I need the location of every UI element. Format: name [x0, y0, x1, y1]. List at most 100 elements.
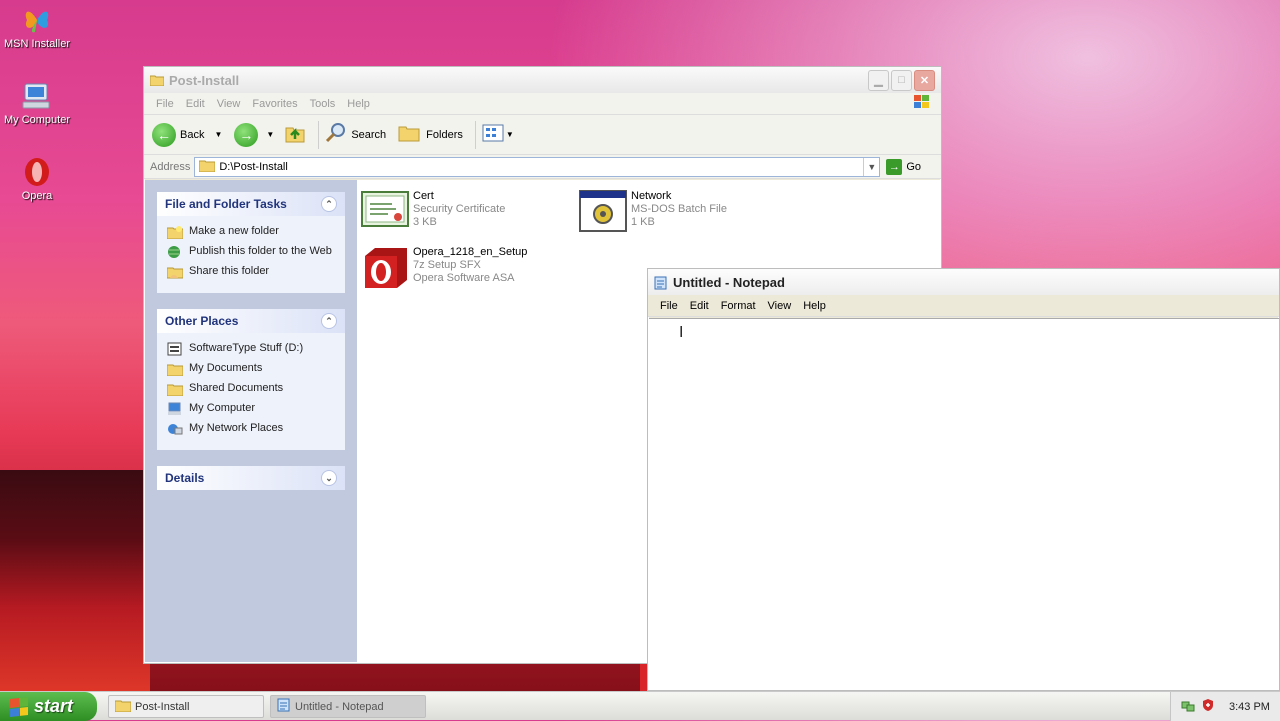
- notepad-menubar: File Edit Format View Help: [648, 295, 1279, 317]
- maximize-button[interactable]: □: [891, 69, 912, 91]
- go-button[interactable]: → Go: [886, 158, 921, 175]
- menu-help[interactable]: Help: [797, 300, 832, 312]
- desktop-icon-msn-installer[interactable]: MSN Installer: [0, 4, 74, 50]
- chevron-down-icon[interactable]: ▼: [266, 130, 274, 139]
- file-type: Security Certificate: [413, 203, 506, 215]
- address-bar: Address D:\Post-Install ▼ → Go: [144, 155, 941, 179]
- task-pane: File and Folder Tasks ⌃ Make a new folde…: [145, 180, 357, 662]
- panel-header[interactable]: Other Places ⌃: [157, 309, 345, 333]
- security-shield-icon[interactable]: [1201, 698, 1215, 715]
- up-folder-button[interactable]: [284, 122, 306, 147]
- notepad-titlebar[interactable]: Untitled - Notepad: [648, 269, 1279, 295]
- start-button[interactable]: start: [0, 692, 97, 721]
- menu-file[interactable]: File: [150, 98, 180, 110]
- panel-title: Details: [165, 471, 205, 485]
- file-type: MS-DOS Batch File: [631, 203, 727, 215]
- go-arrow-icon: →: [886, 158, 903, 175]
- up-folder-icon: [284, 122, 306, 147]
- address-label: Address: [150, 160, 191, 173]
- other-places-panel: Other Places ⌃ SoftwareType Stuff (D:) M…: [157, 309, 345, 450]
- views-button[interactable]: ▼: [482, 123, 514, 146]
- menu-edit[interactable]: Edit: [684, 300, 715, 312]
- menu-help[interactable]: Help: [341, 98, 376, 110]
- task-share-folder[interactable]: Share this folder: [166, 265, 335, 279]
- windows-logo-icon: [911, 93, 933, 114]
- forward-button[interactable]: → ▼: [234, 122, 274, 147]
- menu-tools[interactable]: Tools: [304, 98, 342, 110]
- taskbar-button-label: Untitled - Notepad: [295, 700, 384, 713]
- windows-logo-icon: [10, 696, 28, 717]
- menu-edit[interactable]: Edit: [180, 98, 211, 110]
- taskbar-button-notepad[interactable]: Untitled - Notepad: [270, 695, 426, 718]
- folders-icon: [398, 123, 422, 146]
- collapse-icon[interactable]: ⌃: [321, 313, 337, 329]
- menu-view[interactable]: View: [211, 98, 247, 110]
- file-item-opera-setup[interactable]: Opera_1218_en_Setup 7z Setup SFX Opera S…: [361, 246, 527, 288]
- task-make-new-folder[interactable]: Make a new folder: [166, 225, 335, 240]
- taskbar-button-post-install[interactable]: Post-Install: [108, 695, 264, 718]
- computer-icon: [21, 80, 53, 112]
- place-my-documents[interactable]: My Documents: [166, 362, 335, 377]
- menu-format[interactable]: Format: [715, 300, 762, 312]
- menu-view[interactable]: View: [762, 300, 798, 312]
- network-tray-icon[interactable]: [1181, 698, 1195, 715]
- back-label: Back: [180, 128, 205, 141]
- place-shared-documents[interactable]: Shared Documents: [166, 382, 335, 397]
- folder-icon: [114, 699, 132, 715]
- panel-header[interactable]: File and Folder Tasks ⌃: [157, 192, 345, 216]
- expand-icon[interactable]: ⌄: [321, 470, 337, 486]
- views-icon: [482, 123, 506, 146]
- menu-file[interactable]: File: [654, 300, 684, 312]
- menu-favorites[interactable]: Favorites: [246, 98, 303, 110]
- task-publish-to-web[interactable]: Publish this folder to the Web: [167, 245, 335, 259]
- panel-header[interactable]: Details ⌄: [157, 466, 345, 490]
- opera-setup-icon: [361, 246, 409, 288]
- notepad-icon: [277, 698, 291, 715]
- address-input[interactable]: D:\Post-Install ▼: [194, 156, 881, 177]
- drive-icon: [167, 342, 183, 356]
- folder-icon: [166, 362, 184, 377]
- notepad-text-area[interactable]: I: [649, 318, 1279, 690]
- explorer-titlebar[interactable]: Post-Install ▁ □ ✕: [144, 67, 941, 93]
- search-button[interactable]: Search: [325, 122, 386, 147]
- chevron-down-icon[interactable]: ▼: [214, 130, 222, 139]
- file-item-cert[interactable]: Cert Security Certificate 3 KB: [361, 190, 505, 232]
- folders-label: Folders: [426, 128, 463, 141]
- minimize-button[interactable]: ▁: [868, 69, 889, 91]
- file-name: Opera_1218_en_Setup: [413, 246, 528, 258]
- folders-button[interactable]: Folders: [398, 123, 463, 146]
- shared-folder-icon: [166, 265, 184, 279]
- forward-arrow-icon: →: [234, 122, 259, 147]
- folder-icon: [166, 382, 184, 397]
- file-item-network[interactable]: Network MS-DOS Batch File 1 KB: [579, 190, 727, 232]
- folder-icon: [198, 159, 216, 175]
- system-tray: 3:43 PM: [1170, 692, 1280, 721]
- taskbar: start Post-Install Untitled - Notepad 3:…: [0, 691, 1280, 721]
- explorer-menubar: File Edit View Favorites Tools Help: [144, 93, 941, 115]
- file-type: 7z Setup SFX: [413, 259, 481, 271]
- window-title: Untitled - Notepad: [673, 274, 785, 290]
- place-my-computer[interactable]: My Computer: [167, 402, 335, 416]
- search-icon: [325, 122, 347, 147]
- chevron-down-icon: ▼: [505, 130, 514, 139]
- back-arrow-icon: ←: [152, 122, 176, 147]
- desktop-icon-my-computer[interactable]: My Computer: [0, 80, 74, 126]
- toolbar-separator: [318, 120, 320, 149]
- close-button[interactable]: ✕: [914, 69, 935, 91]
- details-panel: Details ⌄: [157, 466, 345, 490]
- place-my-network-places[interactable]: My Network Places: [167, 422, 335, 436]
- desktop-icon-opera[interactable]: Opera: [0, 156, 74, 202]
- folder-icon: [149, 74, 165, 87]
- notepad-window: Untitled - Notepad File Edit Format View…: [647, 268, 1280, 691]
- collapse-icon[interactable]: ⌃: [321, 196, 337, 212]
- place-software-drive[interactable]: SoftwareType Stuff (D:): [167, 342, 335, 356]
- search-label: Search: [351, 128, 387, 141]
- file-size: 3 KB: [413, 216, 437, 228]
- file-name: Cert: [413, 190, 434, 202]
- back-button[interactable]: ← Back ▼: [152, 122, 222, 147]
- panel-title: Other Places: [165, 314, 239, 328]
- address-dropdown-button[interactable]: ▼: [863, 157, 879, 176]
- batch-file-icon: [579, 190, 627, 232]
- clock[interactable]: 3:43 PM: [1229, 701, 1270, 713]
- desktop-icon-label: My Computer: [3, 114, 71, 126]
